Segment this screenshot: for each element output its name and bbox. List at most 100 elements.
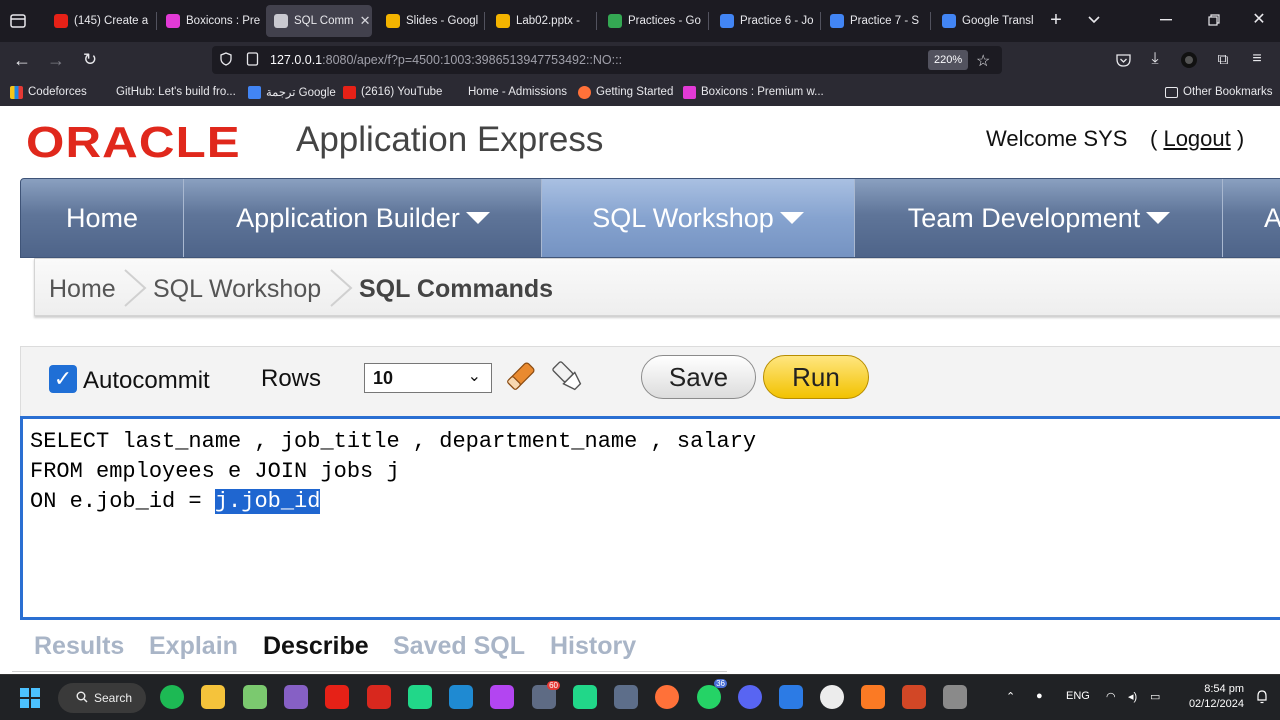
visual-studio-icon[interactable] xyxy=(284,685,308,709)
wifi-icon[interactable]: ◠ xyxy=(1106,690,1116,703)
google-translate-icon xyxy=(248,85,261,99)
menu-icon[interactable]: ≡ xyxy=(1248,50,1266,68)
reload-icon[interactable]: ↻ xyxy=(80,50,100,70)
google-translate-icon xyxy=(942,14,956,28)
new-tab-button[interactable]: + xyxy=(1046,9,1066,31)
close-window-icon[interactable]: ✕ xyxy=(1250,10,1268,28)
breadcrumb-sql-workshop[interactable]: SQL Workshop xyxy=(153,275,321,304)
youtube-icon xyxy=(343,85,356,99)
browser-nav-bar: ← → ↻ 127.0.0.1:8080/apex/f?p=4500:1003:… xyxy=(0,42,1280,78)
microphone-icon[interactable]: ● xyxy=(1036,690,1043,702)
acrobat-icon[interactable] xyxy=(367,685,391,709)
vscode-icon[interactable] xyxy=(449,685,473,709)
logout-link-wrapper: ( Logout ) xyxy=(1150,126,1245,151)
bookmark-item[interactable]: ترجمة Google xyxy=(248,84,336,100)
whatsapp-icon[interactable]: 36 xyxy=(697,679,727,709)
browser-tab[interactable]: (145) Create a xyxy=(46,5,154,37)
sql-line-1: SELECT last_name , job_title , departmen… xyxy=(30,429,757,454)
bookmark-item[interactable]: Home - Admissions xyxy=(450,84,567,100)
sql-editor[interactable]: SELECT last_name , job_title , departmen… xyxy=(20,416,1280,620)
nav-tab-sql-workshop[interactable]: SQL Workshop xyxy=(542,179,855,257)
list-all-tabs-icon[interactable] xyxy=(1084,10,1104,30)
snipping-tool-icon[interactable] xyxy=(243,685,267,709)
tab-explain[interactable]: Explain xyxy=(149,632,238,661)
app-icon[interactable] xyxy=(943,685,967,709)
battery-icon[interactable]: ▭ xyxy=(1150,690,1160,703)
address-bar[interactable]: 127.0.0.1:8080/apex/f?p=4500:1003:398651… xyxy=(212,46,1002,74)
tab-describe[interactable]: Describe xyxy=(263,632,369,661)
save-button[interactable]: Save xyxy=(641,355,756,399)
oracle-logo: ORACLE xyxy=(26,118,241,167)
github-icon xyxy=(98,85,111,99)
minimize-icon[interactable] xyxy=(1158,12,1174,28)
shield-icon[interactable] xyxy=(220,51,236,69)
chevron-up-icon[interactable]: ⌃ xyxy=(1006,690,1015,703)
run-button[interactable]: Run xyxy=(763,355,869,399)
browser-tab[interactable]: Slides - Googl xyxy=(378,5,482,37)
tab-history[interactable]: History xyxy=(550,632,636,661)
browser-tab[interactable]: Practice 7 - S xyxy=(822,5,926,37)
clear-eraser-icon[interactable] xyxy=(503,357,539,395)
pocket-icon[interactable] xyxy=(1114,51,1132,69)
page-info-icon[interactable] xyxy=(246,51,262,69)
browser-tab-active[interactable]: SQL Comm ✕ xyxy=(266,5,372,37)
telegram-icon[interactable]: 60 xyxy=(532,681,560,709)
back-icon[interactable]: ← xyxy=(12,50,32,70)
firefox-app-icon[interactable] xyxy=(655,685,679,709)
nav-tab-team-development[interactable]: Team Development xyxy=(856,179,1223,257)
find-tables-flashlight-icon[interactable] xyxy=(549,357,585,395)
sql-selected-text: j.job_id xyxy=(214,489,321,514)
nav-tab-application-builder[interactable]: Application Builder xyxy=(185,179,542,257)
browser-tab[interactable]: Practices - Go xyxy=(600,5,704,37)
virtualbox-icon[interactable] xyxy=(614,685,638,709)
sql-line-3: ON e.job_id = xyxy=(30,489,215,514)
bookmark-item[interactable]: (2616) YouTube xyxy=(343,84,442,100)
tab-list-icon[interactable] xyxy=(8,12,28,30)
language-indicator[interactable]: ENG xyxy=(1066,690,1090,702)
file-explorer-icon[interactable] xyxy=(201,685,225,709)
other-bookmarks[interactable]: Other Bookmarks xyxy=(1165,84,1272,100)
chatgpt-icon[interactable] xyxy=(820,685,844,709)
notification-bell-icon[interactable] xyxy=(1256,690,1268,704)
tab-saved-sql[interactable]: Saved SQL xyxy=(393,632,525,661)
bookmark-item[interactable]: Boxicons : Premium w... xyxy=(683,84,824,100)
rows-select[interactable]: 10 ⌄ xyxy=(364,363,492,393)
close-tab-icon[interactable]: ✕ xyxy=(360,13,371,29)
taskbar-search[interactable]: Search xyxy=(58,683,146,713)
bookmark-item[interactable]: Codeforces xyxy=(10,84,87,100)
tab-results[interactable]: Results xyxy=(34,632,124,661)
youtube-app-icon[interactable] xyxy=(325,685,349,709)
phpstorm-icon[interactable] xyxy=(490,685,514,709)
downloads-icon[interactable]: ⤓ xyxy=(1146,50,1164,68)
firefox-icon xyxy=(578,85,591,99)
browser-tab[interactable]: Boxicons : Pre xyxy=(158,5,262,37)
browser-tab[interactable]: Google Transl xyxy=(934,5,1036,37)
zoom-level[interactable]: 220% xyxy=(928,50,969,70)
bookmark-item[interactable]: GitHub: Let's build fro... xyxy=(98,84,236,100)
breadcrumb-home[interactable]: Home xyxy=(49,275,116,304)
nav-tab-overflow[interactable]: A xyxy=(1224,179,1280,257)
autocommit-checkbox[interactable]: ✓ xyxy=(49,365,77,393)
bookmark-star-icon[interactable]: ☆ xyxy=(976,51,990,71)
clock[interactable]: 8:54 pm 02/12/2024 xyxy=(1178,682,1244,712)
bookmark-item[interactable]: Getting Started xyxy=(578,84,673,100)
forward-icon[interactable]: → xyxy=(46,50,66,70)
browser-tab[interactable]: Practice 6 - Jo xyxy=(712,5,816,37)
browser-tab[interactable]: Lab02.pptx - xyxy=(488,5,592,37)
nav-tab-home[interactable]: Home xyxy=(21,179,184,257)
discord-icon[interactable] xyxy=(738,685,762,709)
photo-app-icon[interactable] xyxy=(779,685,803,709)
restore-icon[interactable] xyxy=(1206,12,1222,28)
logout-link[interactable]: Logout xyxy=(1163,126,1230,151)
xampp-icon[interactable] xyxy=(861,685,885,709)
extensions-icon[interactable]: ⧉ xyxy=(1214,50,1232,68)
result-tabs: Results Explain Describe Saved SQL Histo… xyxy=(12,628,727,672)
spotify-icon[interactable] xyxy=(160,685,184,709)
powerpoint-app-icon[interactable] xyxy=(902,685,926,709)
pycharm-icon[interactable] xyxy=(573,685,597,709)
account-avatar[interactable] xyxy=(1180,51,1198,69)
volume-icon[interactable]: ◂) xyxy=(1128,690,1137,703)
clion-icon[interactable] xyxy=(408,685,432,709)
windows-taskbar: Search 60 36 ⌃ ● ENG ◠ ◂) ▭ 8:54 pm 02/1… xyxy=(0,674,1280,720)
windows-start-icon[interactable] xyxy=(20,688,40,708)
